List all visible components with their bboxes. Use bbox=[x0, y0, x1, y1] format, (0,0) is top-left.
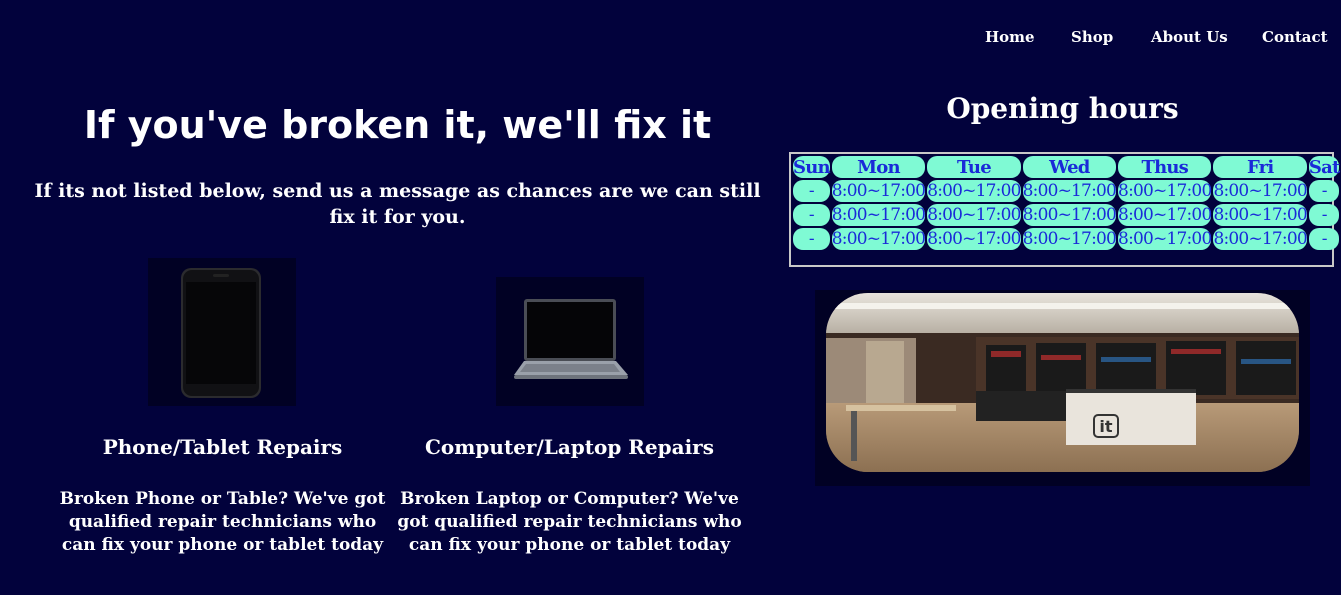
hours-cell: 8:00~17:00 bbox=[1022, 180, 1117, 202]
table-header-row: Sun Mon Tue Wed Thus Fri Sat bbox=[793, 156, 1340, 178]
day-header: Sun bbox=[793, 156, 831, 178]
hours-cell: - bbox=[793, 228, 830, 250]
table-row: - 8:00~17:00 8:00~17:00 8:00~17:00 8:00~… bbox=[793, 228, 1340, 250]
opening-hours-title: Opening hours bbox=[946, 92, 1179, 125]
service-card-laptop: Computer/Laptop Repairs Broken Laptop or… bbox=[397, 258, 742, 558]
hours-cell: - bbox=[793, 180, 830, 202]
day-header: Sat bbox=[1308, 156, 1340, 178]
service-description: Broken Laptop or Computer? We've got qua… bbox=[397, 489, 742, 555]
nav-about-link[interactable]: About Us bbox=[1151, 28, 1228, 46]
hero-title: If you've broken it, we'll fix it bbox=[83, 103, 712, 147]
hours-cell: 8:00~17:00 bbox=[1118, 204, 1212, 226]
smartphone-icon bbox=[148, 258, 296, 406]
service-title: Computer/Laptop Repairs bbox=[425, 435, 714, 459]
hours-cell: 8:00~17:00 bbox=[1213, 204, 1308, 226]
store-sign-text: it bbox=[1099, 417, 1112, 436]
hours-cell: - bbox=[793, 204, 830, 226]
day-header: Tue bbox=[927, 156, 1021, 178]
hours-cell: 8:00~17:00 bbox=[927, 204, 1021, 226]
nav-home-link[interactable]: Home bbox=[985, 28, 1035, 46]
hours-cell: 8:00~17:00 bbox=[831, 228, 926, 250]
laptop-icon bbox=[496, 277, 644, 406]
store-photo: it bbox=[826, 293, 1299, 472]
hours-cell: - bbox=[1308, 228, 1340, 250]
day-header: Mon bbox=[831, 156, 926, 178]
table-row: - 8:00~17:00 8:00~17:00 8:00~17:00 8:00~… bbox=[793, 204, 1340, 226]
nav-shop-link[interactable]: Shop bbox=[1071, 28, 1113, 46]
hours-cell: 8:00~17:00 bbox=[1213, 228, 1308, 250]
day-header: Fri bbox=[1213, 156, 1307, 178]
service-card-phone: Phone/Tablet Repairs Broken Phone or Tab… bbox=[50, 258, 395, 558]
hours-cell: 8:00~17:00 bbox=[1213, 180, 1308, 202]
service-description: Broken Phone or Table? We've got qualifi… bbox=[59, 489, 386, 555]
hours-cell: 8:00~17:00 bbox=[1118, 180, 1212, 202]
opening-hours-table: Sun Mon Tue Wed Thus Fri Sat - 8:00~17:0… bbox=[789, 152, 1340, 267]
hours-cell: 8:00~17:00 bbox=[831, 204, 926, 226]
hours-cell: 8:00~17:00 bbox=[1022, 228, 1117, 250]
nav-contact-link[interactable]: Contact bbox=[1262, 28, 1328, 46]
day-header: Thus bbox=[1118, 156, 1212, 178]
hours-cell: 8:00~17:00 bbox=[927, 180, 1021, 202]
hours-cell: - bbox=[1308, 204, 1340, 226]
hero-subtitle: If its not listed below, send us a messa… bbox=[34, 180, 761, 228]
top-nav: Home Shop About Us Contact bbox=[0, 28, 1341, 50]
store-photo-frame: it bbox=[815, 290, 1310, 486]
table-row: - 8:00~17:00 8:00~17:00 8:00~17:00 8:00~… bbox=[793, 180, 1340, 202]
hours-cell: 8:00~17:00 bbox=[927, 228, 1021, 250]
hours-cell: 8:00~17:00 bbox=[1118, 228, 1212, 250]
service-title: Phone/Tablet Repairs bbox=[102, 435, 343, 459]
hours-cell: 8:00~17:00 bbox=[831, 180, 926, 202]
hours-cell: 8:00~17:00 bbox=[1022, 204, 1117, 226]
hours-cell: - bbox=[1308, 180, 1340, 202]
day-header: Wed bbox=[1022, 156, 1117, 178]
